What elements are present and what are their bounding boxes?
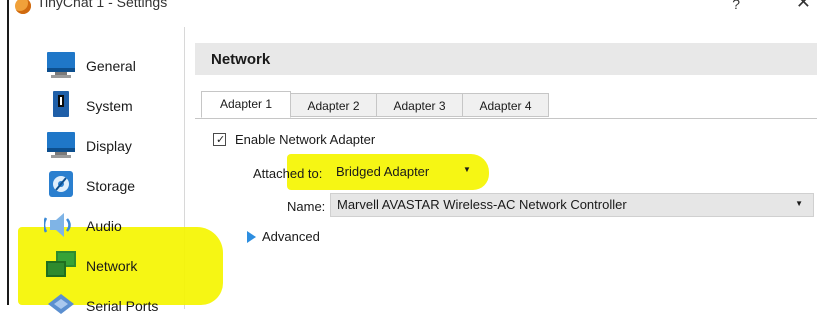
tab-divider	[195, 118, 817, 119]
attached-to-select[interactable]: Bridged Adapter ▼	[333, 161, 473, 183]
storage-icon	[44, 170, 78, 200]
audio-icon	[42, 210, 78, 240]
sidebar-item-storage[interactable]: Storage	[18, 167, 184, 207]
sidebar-item-label: Display	[86, 138, 132, 154]
close-button[interactable]: ✕	[796, 0, 811, 13]
sidebar-item-serial-ports[interactable]: Serial Ports	[18, 287, 184, 327]
attached-to-value: Bridged Adapter	[336, 164, 430, 179]
general-icon	[44, 50, 78, 80]
chevron-down-icon: ▼	[795, 199, 803, 208]
settings-window: TinyChat 1 - Settings ? ✕ General System…	[7, 0, 817, 314]
app-icon	[15, 0, 31, 14]
advanced-label: Advanced	[262, 229, 320, 244]
section-header: Network	[195, 43, 817, 75]
window-title: TinyChat 1 - Settings	[37, 0, 168, 10]
expand-arrow-icon	[247, 231, 256, 243]
adapter-name-value: Marvell AVASTAR Wireless-AC Network Cont…	[337, 197, 627, 212]
sidebar-item-label: Audio	[86, 218, 122, 234]
sidebar-item-label: General	[86, 58, 136, 74]
tab-adapter-1[interactable]: Adapter 1	[201, 91, 291, 118]
sidebar-item-audio[interactable]: Audio	[18, 207, 184, 247]
enable-adapter-label[interactable]: Enable Network Adapter	[235, 132, 375, 147]
display-icon	[44, 130, 78, 160]
sidebar-item-label: Storage	[86, 178, 136, 194]
sidebar-item-general[interactable]: General	[18, 47, 184, 87]
checkmark-icon: ✓	[216, 134, 226, 146]
tab-adapter-4[interactable]: Adapter 4	[462, 93, 549, 117]
attached-to-label: Attached to:	[253, 166, 323, 181]
sidebar-item-system[interactable]: System	[18, 87, 184, 127]
enable-adapter-checkbox[interactable]: ✓	[213, 133, 226, 146]
help-button[interactable]: ?	[732, 0, 740, 12]
serial-ports-icon	[44, 290, 78, 320]
sidebar-item-network[interactable]: Network	[18, 247, 184, 287]
network-settings-panel: Network Adapter 1 Adapter 2 Adapter 3 Ad…	[195, 27, 817, 309]
tab-adapter-2[interactable]: Adapter 2	[290, 93, 377, 117]
sidebar-item-label: Network	[86, 258, 138, 274]
title-bar: TinyChat 1 - Settings ? ✕	[9, 0, 817, 16]
adapter-name-label: Name:	[287, 199, 326, 214]
page-title: Network	[211, 51, 271, 68]
tab-adapter-3[interactable]: Adapter 3	[376, 93, 463, 117]
adapter-name-select[interactable]: Marvell AVASTAR Wireless-AC Network Cont…	[330, 193, 814, 217]
sidebar-item-display[interactable]: Display	[18, 127, 184, 167]
system-icon	[44, 90, 78, 120]
sidebar-item-label: System	[86, 98, 133, 114]
settings-sidebar: General System Display Storage Audio Net…	[18, 27, 223, 314]
chevron-down-icon: ▼	[463, 165, 471, 174]
sidebar-item-label: Serial Ports	[86, 298, 159, 314]
network-icon	[44, 250, 78, 280]
